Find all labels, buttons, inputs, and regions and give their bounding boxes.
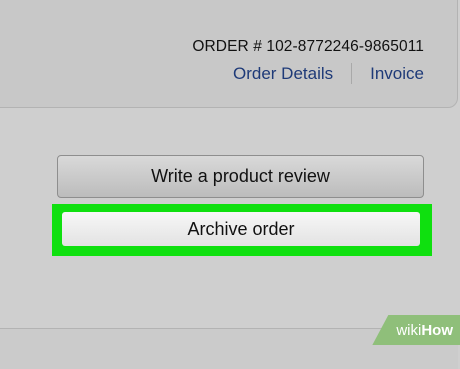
link-divider (351, 63, 353, 84)
order-number: ORDER # 102-8772246-9865011 (192, 38, 424, 55)
invoice-link[interactable]: Invoice (370, 64, 424, 84)
wikihow-watermark: wiki How (372, 315, 460, 345)
write-review-label: Write a product review (151, 166, 330, 186)
archive-order-label: Archive order (187, 218, 295, 239)
watermark-how: How (421, 321, 453, 339)
order-details-link[interactable]: Order Details (233, 64, 333, 84)
write-review-button[interactable]: Write a product review (57, 155, 424, 198)
archive-order-button[interactable]: Archive order (62, 212, 420, 246)
header-links: Order Details Invoice (233, 63, 424, 84)
watermark-wiki: wiki (396, 321, 422, 339)
